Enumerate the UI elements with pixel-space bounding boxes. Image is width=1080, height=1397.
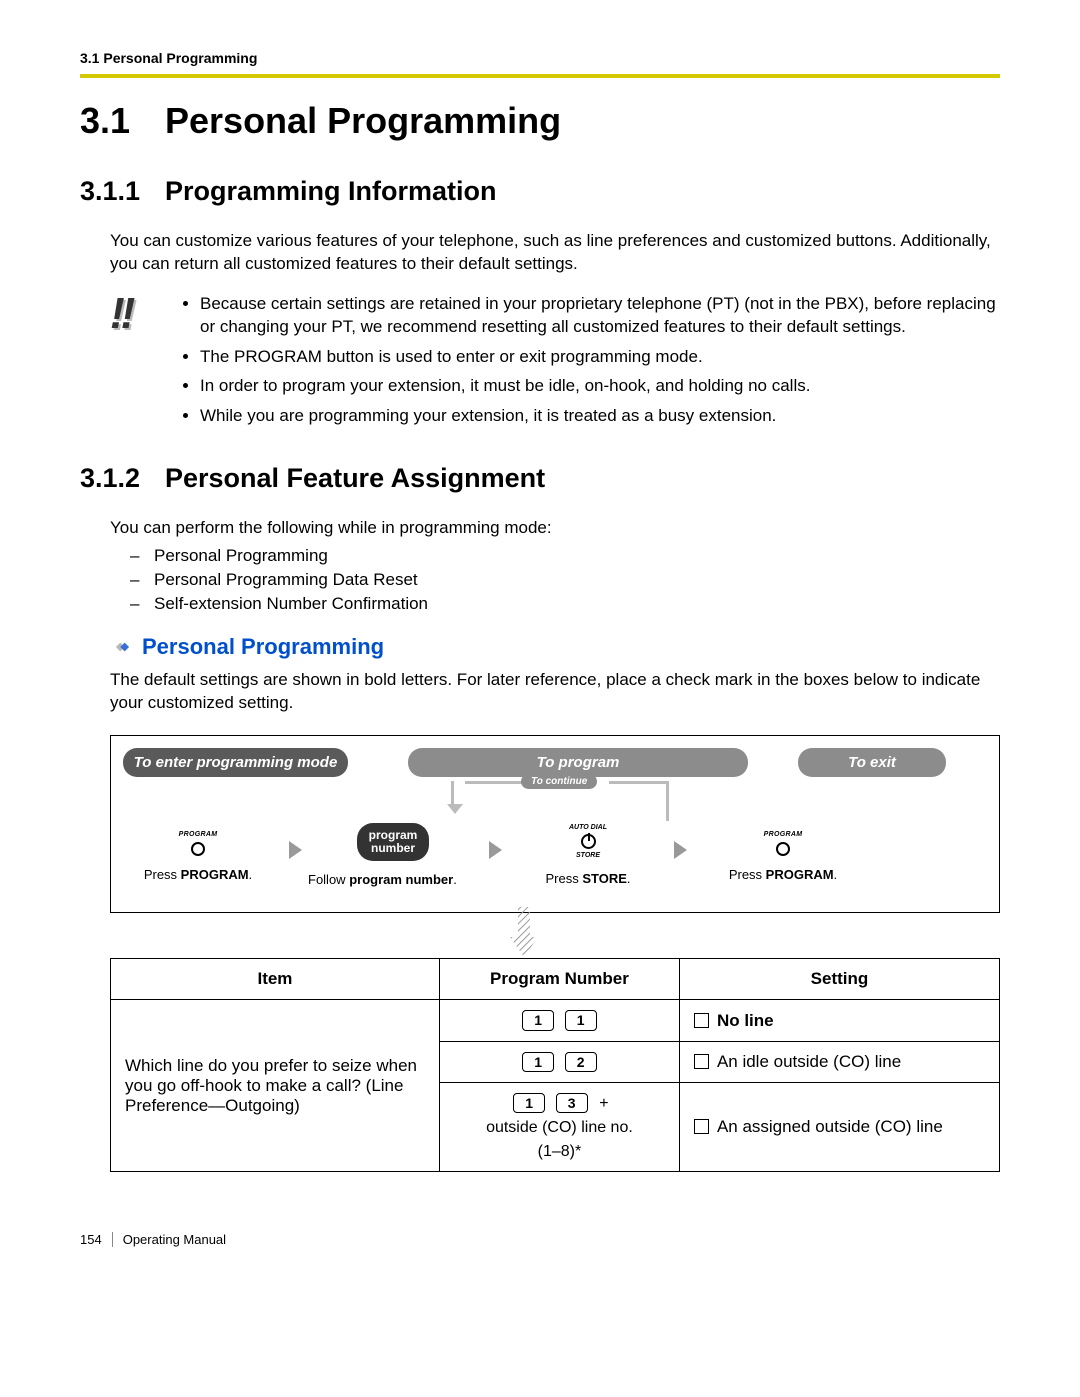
setting-cell: No line xyxy=(679,1000,999,1041)
diamonds-icon xyxy=(110,636,132,658)
section-title: Personal Programming xyxy=(165,100,561,141)
flow-header-program: To program xyxy=(408,748,748,777)
item-cell: Which line do you prefer to seize when y… xyxy=(111,1000,440,1172)
keycap: 3 xyxy=(556,1093,588,1113)
th-program-number: Program Number xyxy=(439,959,679,1000)
section-title: Personal Feature Assignment xyxy=(165,463,545,493)
setting-cell: An idle outside (CO) line xyxy=(679,1041,999,1082)
paragraph: You can customize various features of yo… xyxy=(110,229,1000,276)
pn-extra-line: (1–8)* xyxy=(454,1143,665,1161)
keycap: 2 xyxy=(565,1052,597,1072)
section-heading-3-1-1: 3.1.1Programming Information xyxy=(80,176,1000,207)
continue-loop-arrow: To continue xyxy=(451,774,681,808)
checkbox-icon xyxy=(694,1119,709,1134)
subsection-title: Personal Programming xyxy=(142,634,384,660)
section-title: Programming Information xyxy=(165,176,497,206)
program-button-icon: PROGRAM xyxy=(179,830,218,856)
subsection-heading: Personal Programming xyxy=(110,634,1000,660)
flow-step-press-program-exit: PROGRAM Press PROGRAM. xyxy=(708,823,858,884)
section-heading-3-1-2: 3.1.2Personal Feature Assignment xyxy=(80,463,1000,494)
setting-label: No line xyxy=(717,1011,774,1030)
page-footer: 154 Operating Manual xyxy=(80,1232,1000,1247)
paragraph: You can perform the following while in p… xyxy=(110,516,1000,539)
list-item: The PROGRAM button is used to enter or e… xyxy=(200,345,1000,368)
section-heading-3-1: 3.1Personal Programming xyxy=(80,100,1000,142)
flow-header-enter: To enter programming mode xyxy=(123,748,348,777)
note-bullet-list: Because certain settings are retained in… xyxy=(180,292,1000,433)
manual-title: Operating Manual xyxy=(123,1232,226,1247)
header-rule xyxy=(80,74,1000,78)
dash-list: Personal Programming Personal Programmin… xyxy=(110,546,1000,614)
setting-label: An idle outside (CO) line xyxy=(717,1052,901,1071)
arrow-right-icon xyxy=(289,841,302,859)
plus-sign: + xyxy=(599,1095,608,1112)
program-number-cell: 1 3 + outside (CO) line no. (1–8)* xyxy=(439,1082,679,1171)
flow-header-exit: To exit xyxy=(798,748,946,777)
checkbox-icon xyxy=(694,1054,709,1069)
section-number: 3.1.1 xyxy=(80,176,165,207)
continue-label: To continue xyxy=(521,774,597,789)
page-number: 154 xyxy=(80,1232,113,1247)
program-button-icon: PROGRAM xyxy=(764,830,803,856)
setting-label: An assigned outside (CO) line xyxy=(717,1117,943,1136)
pn-extra-line: outside (CO) line no. xyxy=(454,1119,665,1137)
section-number: 3.1.2 xyxy=(80,463,165,494)
programming-flow-diagram: To enter programming mode To program To … xyxy=(110,735,1000,914)
running-header: 3.1 Personal Programming xyxy=(80,50,1000,66)
flow-step-press-store: AUTO DIAL STORE Press STORE. xyxy=(523,823,653,888)
list-item: Self-extension Number Confirmation xyxy=(130,594,1000,614)
keycap: 1 xyxy=(522,1052,554,1072)
paragraph: The default settings are shown in bold l… xyxy=(110,668,1000,715)
flow-step-program-number: programnumber Follow program number. xyxy=(318,823,468,889)
keycap: 1 xyxy=(513,1093,545,1113)
list-item: While you are programming your extension… xyxy=(200,404,1000,427)
arrow-right-icon xyxy=(489,841,502,859)
store-button-icon: AUTO DIAL STORE xyxy=(523,823,653,861)
keycap: 1 xyxy=(565,1010,597,1030)
list-item: Because certain settings are retained in… xyxy=(200,292,1000,339)
table-row: Which line do you prefer to seize when y… xyxy=(111,1000,1000,1041)
program-number-cell: 1 2 xyxy=(439,1041,679,1082)
program-number-pill: programnumber xyxy=(357,823,430,861)
setting-cell: An assigned outside (CO) line xyxy=(679,1082,999,1171)
list-item: Personal Programming Data Reset xyxy=(130,570,1000,590)
list-item: Personal Programming xyxy=(130,546,1000,566)
keycap: 1 xyxy=(522,1010,554,1030)
th-setting: Setting xyxy=(679,959,999,1000)
th-item: Item xyxy=(111,959,440,1000)
table-header-row: Item Program Number Setting xyxy=(111,959,1000,1000)
list-item: In order to program your extension, it m… xyxy=(200,374,1000,397)
program-number-cell: 1 1 xyxy=(439,1000,679,1041)
important-icon: !! xyxy=(110,292,180,433)
flow-step-press-program-enter: PROGRAM Press PROGRAM. xyxy=(123,823,273,884)
arrow-right-icon xyxy=(674,841,687,859)
section-number: 3.1 xyxy=(80,100,165,142)
drill-down-arrow-icon xyxy=(506,907,542,962)
checkbox-icon xyxy=(694,1013,709,1028)
settings-table: Item Program Number Setting Which line d… xyxy=(110,958,1000,1172)
important-note-block: !! Because certain settings are retained… xyxy=(110,292,1000,433)
